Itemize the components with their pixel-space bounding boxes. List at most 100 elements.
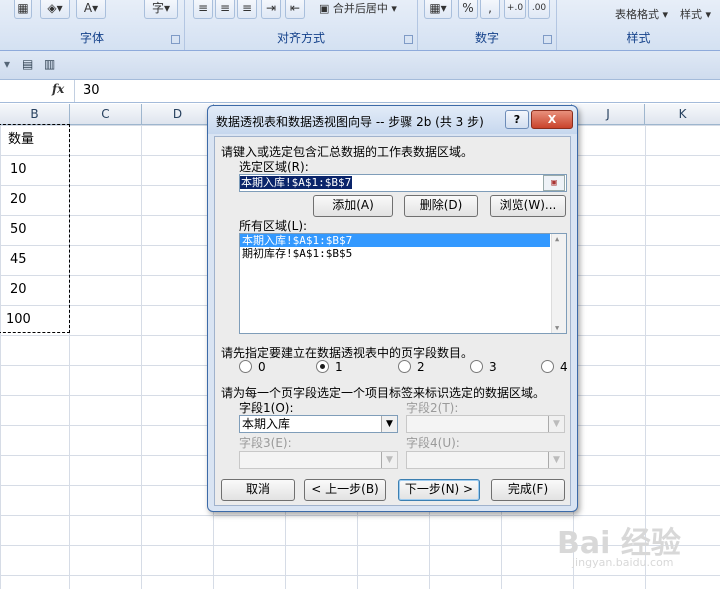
list-scrollbar[interactable]: ▲ ▼ <box>551 234 566 333</box>
increase-decimal-button[interactable]: +.0 <box>504 0 526 19</box>
pivot-wizard-icon[interactable]: ▥ <box>44 57 55 71</box>
formula-bar: fx 30 <box>0 80 720 103</box>
delete-button[interactable]: 删除(D) <box>404 195 478 217</box>
radio-dot <box>398 360 411 373</box>
field3-label: 字段3(E): <box>239 436 292 450</box>
range-label: 选定区域(R): <box>239 160 309 174</box>
merge-center-label: 合并后居中 <box>332 2 388 15</box>
column-header-b[interactable]: B <box>0 104 70 125</box>
radio-dot <box>470 360 483 373</box>
styles-group: 表格格式 ▾ 样式 ▾ 样式 <box>557 0 720 50</box>
function-icon[interactable]: fx <box>52 82 64 96</box>
radio-label: 4 <box>560 360 568 374</box>
field1-label: 字段1(O): <box>239 401 294 415</box>
radio-label: 3 <box>489 360 497 374</box>
alignment-group: ≡ ≡ ≡ ⇥ ⇤ ▣ 合并后居中 ▾ 对齐方式 <box>185 0 418 50</box>
page-fields-prompt: 请先指定要建立在数据透视表中的页字段数目。 <box>221 346 474 360</box>
font-color-button[interactable]: A▾ <box>76 0 106 19</box>
align-right-button[interactable]: ≡ <box>237 0 257 19</box>
help-icon[interactable]: ? <box>505 110 529 129</box>
comma-button[interactable]: , <box>480 0 500 19</box>
chevron-down-icon: ▼ <box>381 452 397 468</box>
scroll-up-icon[interactable]: ▲ <box>555 235 559 243</box>
merge-icon: ▣ <box>319 2 330 15</box>
radio-label: 0 <box>258 360 266 374</box>
cell-style-label: 样式 <box>680 8 702 21</box>
quick-dropdown-icon[interactable]: ▾ <box>4 57 10 71</box>
add-button[interactable]: 添加(A) <box>313 195 393 217</box>
radio-1[interactable]: 1 <box>316 360 343 374</box>
scroll-down-icon[interactable]: ▼ <box>555 324 559 332</box>
range-input-value: 本期入库!$A$1:$B$7 <box>240 176 353 189</box>
watermark-url: jingyan.baidu.com <box>572 556 674 569</box>
quick-toolbar: ▾ ▤ ▥ <box>0 51 720 80</box>
alignment-launcher-icon[interactable] <box>404 35 413 44</box>
decrease-decimal-button[interactable]: .00 <box>528 0 550 19</box>
finish-button[interactable]: 完成(F) <box>491 479 565 501</box>
copy-marquee <box>0 124 70 333</box>
chevron-down-icon: ▼ <box>548 452 564 468</box>
font-group: ▦ ◈▾ A▾ 字▾ 字体 <box>0 0 185 50</box>
column-header-j[interactable]: J <box>572 104 645 125</box>
alignment-group-label: 对齐方式 <box>276 31 325 45</box>
indent-button[interactable]: ⇥ <box>261 0 281 19</box>
back-button[interactable]: < 上一步(B) <box>304 479 386 501</box>
font-launcher-icon[interactable] <box>171 35 180 44</box>
chevron-down-icon: ▼ <box>548 416 564 432</box>
radio-dot <box>541 360 554 373</box>
list-item[interactable]: 本期入库!$A$1:$B$7 <box>240 234 550 247</box>
field2-label: 字段2(T): <box>406 401 459 415</box>
close-icon[interactable]: X <box>531 110 573 129</box>
field4-label: 字段4(U): <box>406 436 460 450</box>
styles-group-label: 样式 <box>626 31 651 45</box>
chevron-down-icon[interactable]: ▼ <box>381 416 397 432</box>
radio-dot <box>316 360 329 373</box>
align-center-button[interactable]: ≡ <box>215 0 235 19</box>
radio-4[interactable]: 4 <box>541 360 568 374</box>
browse-button[interactable]: 浏览(W)... <box>490 195 566 217</box>
range-input[interactable]: 本期入库!$A$1:$B$7 ▣ <box>239 174 567 192</box>
align-left-button[interactable]: ≡ <box>193 0 213 19</box>
column-header-c[interactable]: C <box>70 104 142 125</box>
cell-style-button[interactable]: 样式 ▾ <box>680 6 711 22</box>
form-icon[interactable]: ▤ <box>22 57 33 71</box>
currency-button[interactable]: ▦▾ <box>424 0 452 19</box>
border-button[interactable]: ▦ <box>14 0 32 19</box>
dialog-title-bar[interactable]: 数据透视表和数据透视图向导 -- 步骤 2b (共 3 步) ? X <box>208 106 577 134</box>
phonetic-button[interactable]: 字▾ <box>144 0 178 19</box>
font-group-label: 字体 <box>79 31 104 45</box>
formula-divider <box>74 80 75 102</box>
all-ranges-list[interactable]: 本期入库!$A$1:$B$7 期初库存!$A$1:$B$5 ▲ ▼ <box>239 233 567 334</box>
table-format-button[interactable]: 表格格式 ▾ <box>615 6 668 22</box>
radio-3[interactable]: 3 <box>470 360 497 374</box>
pivot-wizard-dialog: 数据透视表和数据透视图向导 -- 步骤 2b (共 3 步) ? X 请键入或选… <box>207 105 578 512</box>
radio-2[interactable]: 2 <box>398 360 425 374</box>
number-launcher-icon[interactable] <box>543 35 552 44</box>
field1-combo[interactable]: 本期入库 ▼ <box>239 415 398 433</box>
cancel-button[interactable]: 取消 <box>221 479 295 501</box>
merge-center-button[interactable]: ▣ 合并后居中 ▾ <box>319 0 397 16</box>
field4-combo: ▼ <box>406 451 565 469</box>
ribbon: ▦ ◈▾ A▾ 字▾ 字体 ≡ ≡ ≡ ⇥ ⇤ ▣ 合并后居中 ▾ 对齐方式 ▦… <box>0 0 720 51</box>
radio-label: 2 <box>417 360 425 374</box>
field3-combo: ▼ <box>239 451 398 469</box>
all-ranges-label: 所有区域(L): <box>239 219 308 233</box>
formula-value[interactable]: 30 <box>83 83 100 98</box>
collapse-dialog-icon[interactable]: ▣ <box>543 175 565 191</box>
radio-0[interactable]: 0 <box>239 360 266 374</box>
next-button[interactable]: 下一步(N) > <box>398 479 480 501</box>
number-group: ▦▾ % , +.0 .00 数字 <box>418 0 557 50</box>
percent-button[interactable]: % <box>458 0 478 19</box>
radio-dot <box>239 360 252 373</box>
outdent-button[interactable]: ⇤ <box>285 0 305 19</box>
column-header-d[interactable]: D <box>142 104 214 125</box>
fill-color-button[interactable]: ◈▾ <box>40 0 70 19</box>
grid-line <box>141 125 142 589</box>
dialog-title: 数据透视表和数据透视图向导 -- 步骤 2b (共 3 步) <box>216 115 484 129</box>
dialog-body: 请键入或选定包含汇总数据的工作表数据区域。 选定区域(R): 本期入库!$A$1… <box>214 136 571 506</box>
number-group-label: 数字 <box>474 31 499 45</box>
radio-label: 1 <box>335 360 343 374</box>
field2-combo: ▼ <box>406 415 565 433</box>
list-item[interactable]: 期初库存!$A$1:$B$5 <box>240 247 566 260</box>
column-header-k[interactable]: K <box>645 104 720 125</box>
